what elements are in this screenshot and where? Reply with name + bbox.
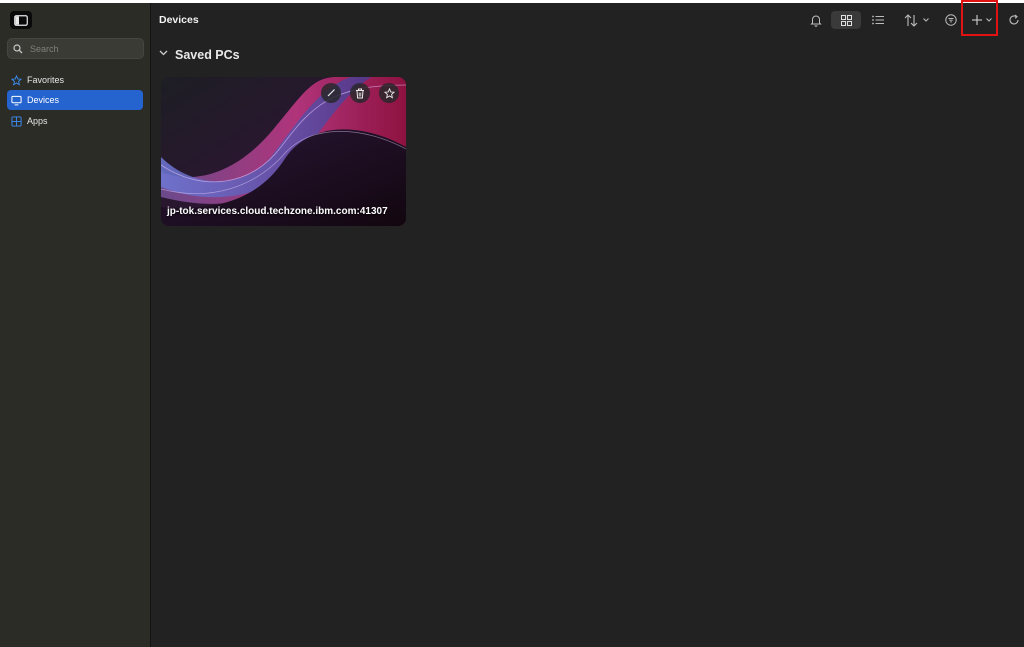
sidebar-item-label: Devices (27, 95, 60, 105)
edit-icon (326, 88, 336, 98)
main-content: Devices Saved PCs jp-tok.services.cloud.… (151, 0, 1024, 647)
sidebar: Favorites Devices Apps (0, 3, 151, 647)
sidebar-item-devices[interactable]: Devices (7, 90, 143, 110)
sort-button[interactable] (901, 11, 931, 29)
list-view-icon[interactable] (869, 11, 887, 29)
page-title: Devices (159, 14, 199, 26)
bell-icon[interactable] (808, 11, 824, 29)
apps-grid-icon (11, 115, 22, 127)
edit-button[interactable] (321, 83, 341, 103)
delete-button[interactable] (350, 83, 370, 103)
sidebar-item-label: Apps (27, 116, 48, 126)
grid-view-button[interactable] (831, 11, 861, 29)
favorite-button[interactable] (379, 83, 399, 103)
star-icon (11, 74, 22, 86)
app-window: Favorites Devices Apps Devic (0, 0, 1024, 647)
favorite-star-icon (383, 87, 395, 99)
trash-icon (355, 88, 365, 99)
search-field[interactable] (7, 38, 144, 59)
chevron-down-icon (922, 18, 929, 22)
sidebar-item-favorites[interactable]: Favorites (7, 70, 143, 90)
monitor-icon (11, 95, 22, 106)
filter-icon[interactable] (943, 11, 959, 29)
search-input[interactable] (28, 42, 142, 55)
sidebar-item-apps[interactable]: Apps (7, 111, 143, 131)
chevron-down-icon (159, 50, 169, 60)
sort-icon (904, 13, 920, 27)
refresh-icon[interactable] (1006, 11, 1022, 29)
device-card[interactable]: jp-tok.services.cloud.techzone.ibm.com:4… (161, 77, 406, 226)
grid-view-icon (840, 14, 852, 26)
sidebar-item-label: Favorites (27, 75, 65, 85)
wallpaper-thumbnail (161, 77, 406, 226)
sidebar-toggle-icon[interactable] (10, 11, 32, 29)
section-title: Saved PCs (175, 48, 240, 62)
search-icon (13, 43, 23, 54)
device-name: jp-tok.services.cloud.techzone.ibm.com:4… (167, 206, 388, 217)
section-saved-pcs[interactable]: Saved PCs (159, 48, 240, 62)
highlight-box (961, 0, 998, 36)
